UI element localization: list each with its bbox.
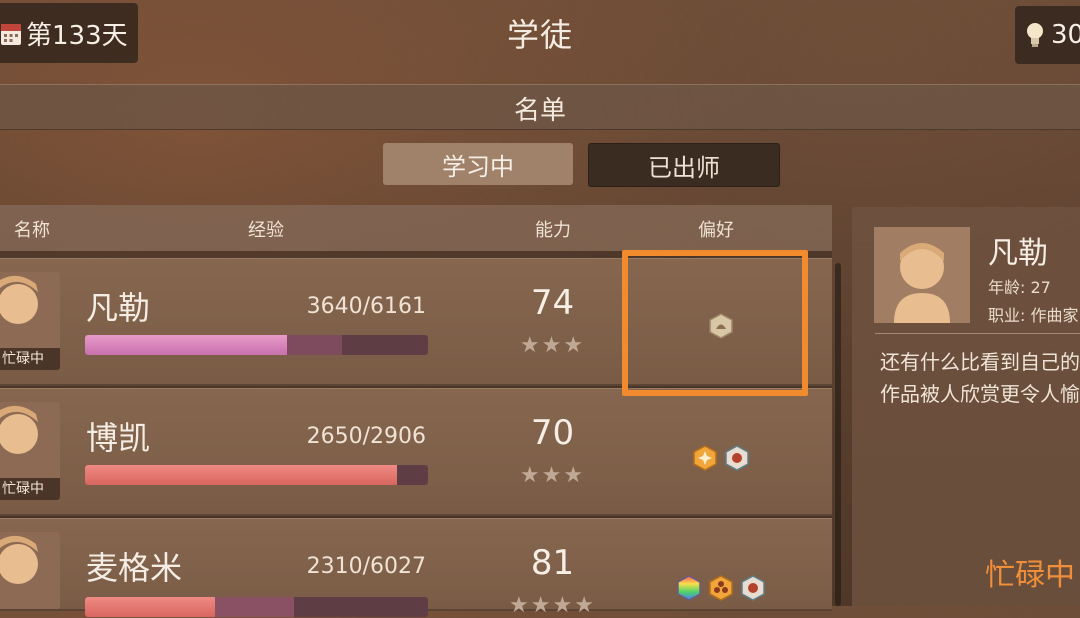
detail-age: 年龄: 27 [988, 278, 1051, 297]
exp-bar-fill [85, 597, 216, 617]
table-scrollbar[interactable] [835, 263, 841, 606]
red-dot-hex-icon[interactable] [740, 575, 766, 601]
red-dot-hex-icon[interactable] [724, 445, 750, 471]
ability-value: 74 [530, 283, 575, 323]
flower-hex-icon[interactable] [708, 575, 734, 601]
avatar [0, 532, 60, 609]
column-exp[interactable]: 经验 [248, 216, 284, 242]
tab-graduated[interactable]: 已出师 [588, 143, 780, 187]
detail-status: 忙碌中 [985, 558, 1075, 593]
idea-resource[interactable]: 30 [1015, 6, 1080, 64]
preference-icons [676, 575, 766, 601]
column-ability[interactable]: 能力 [535, 216, 571, 242]
detail-quote: 还有什么比看到自己的作品被人欣赏更令人愉快? [880, 350, 1080, 406]
exp-value: 3640/6161 [306, 294, 426, 319]
exp-bar-segment [287, 335, 343, 355]
exp-bar [85, 465, 428, 485]
apprentice-name: 麦格米 [86, 549, 183, 587]
ability-value: 70 [530, 413, 575, 453]
avatar: 忙碌中 [0, 272, 60, 370]
column-name[interactable]: 名称 [14, 216, 50, 242]
ability-value: 81 [530, 543, 575, 583]
apprentice-name: 博凯 [86, 419, 151, 457]
list-title: 名单 [513, 96, 566, 126]
avatar: 忙碌中 [0, 402, 60, 500]
page-title: 学徒 [506, 16, 573, 54]
table-row[interactable]: 麦格米 2310/6027 81 ★★★★ [0, 518, 832, 618]
exp-value: 2650/2906 [306, 424, 426, 449]
exp-bar-fill [85, 465, 398, 485]
detail-avatar [874, 227, 970, 323]
apprentice-name: 凡勒 [86, 289, 151, 327]
column-preference[interactable]: 偏好 [698, 216, 734, 242]
table-row[interactable]: 忙碌中 博凯 2650/2906 70 ★★★ [0, 388, 832, 516]
status-badge: 忙碌中 [0, 348, 60, 370]
tab-studying[interactable]: 学习中 [383, 143, 573, 185]
rainbow-hex-icon[interactable] [676, 575, 702, 601]
preference-highlight-frame [622, 250, 808, 396]
star-rating: ★★★ [519, 333, 586, 358]
detail-name: 凡勒 [988, 236, 1048, 271]
detail-divider [875, 333, 1080, 334]
exp-bar [85, 335, 428, 355]
exp-value: 2310/6027 [306, 554, 426, 579]
status-badge: 忙碌中 [0, 478, 60, 500]
sparkle-hex-icon[interactable] [692, 445, 718, 471]
exp-bar [85, 597, 428, 617]
star-rating: ★★★ [519, 463, 586, 488]
preference-icons [692, 445, 750, 471]
exp-bar-segment [215, 597, 295, 617]
lightbulb-icon [1027, 23, 1043, 47]
resource-value: 30 [1051, 20, 1080, 50]
exp-bar-fill [85, 335, 288, 355]
detail-job: 职业: 作曲家 [988, 306, 1079, 325]
